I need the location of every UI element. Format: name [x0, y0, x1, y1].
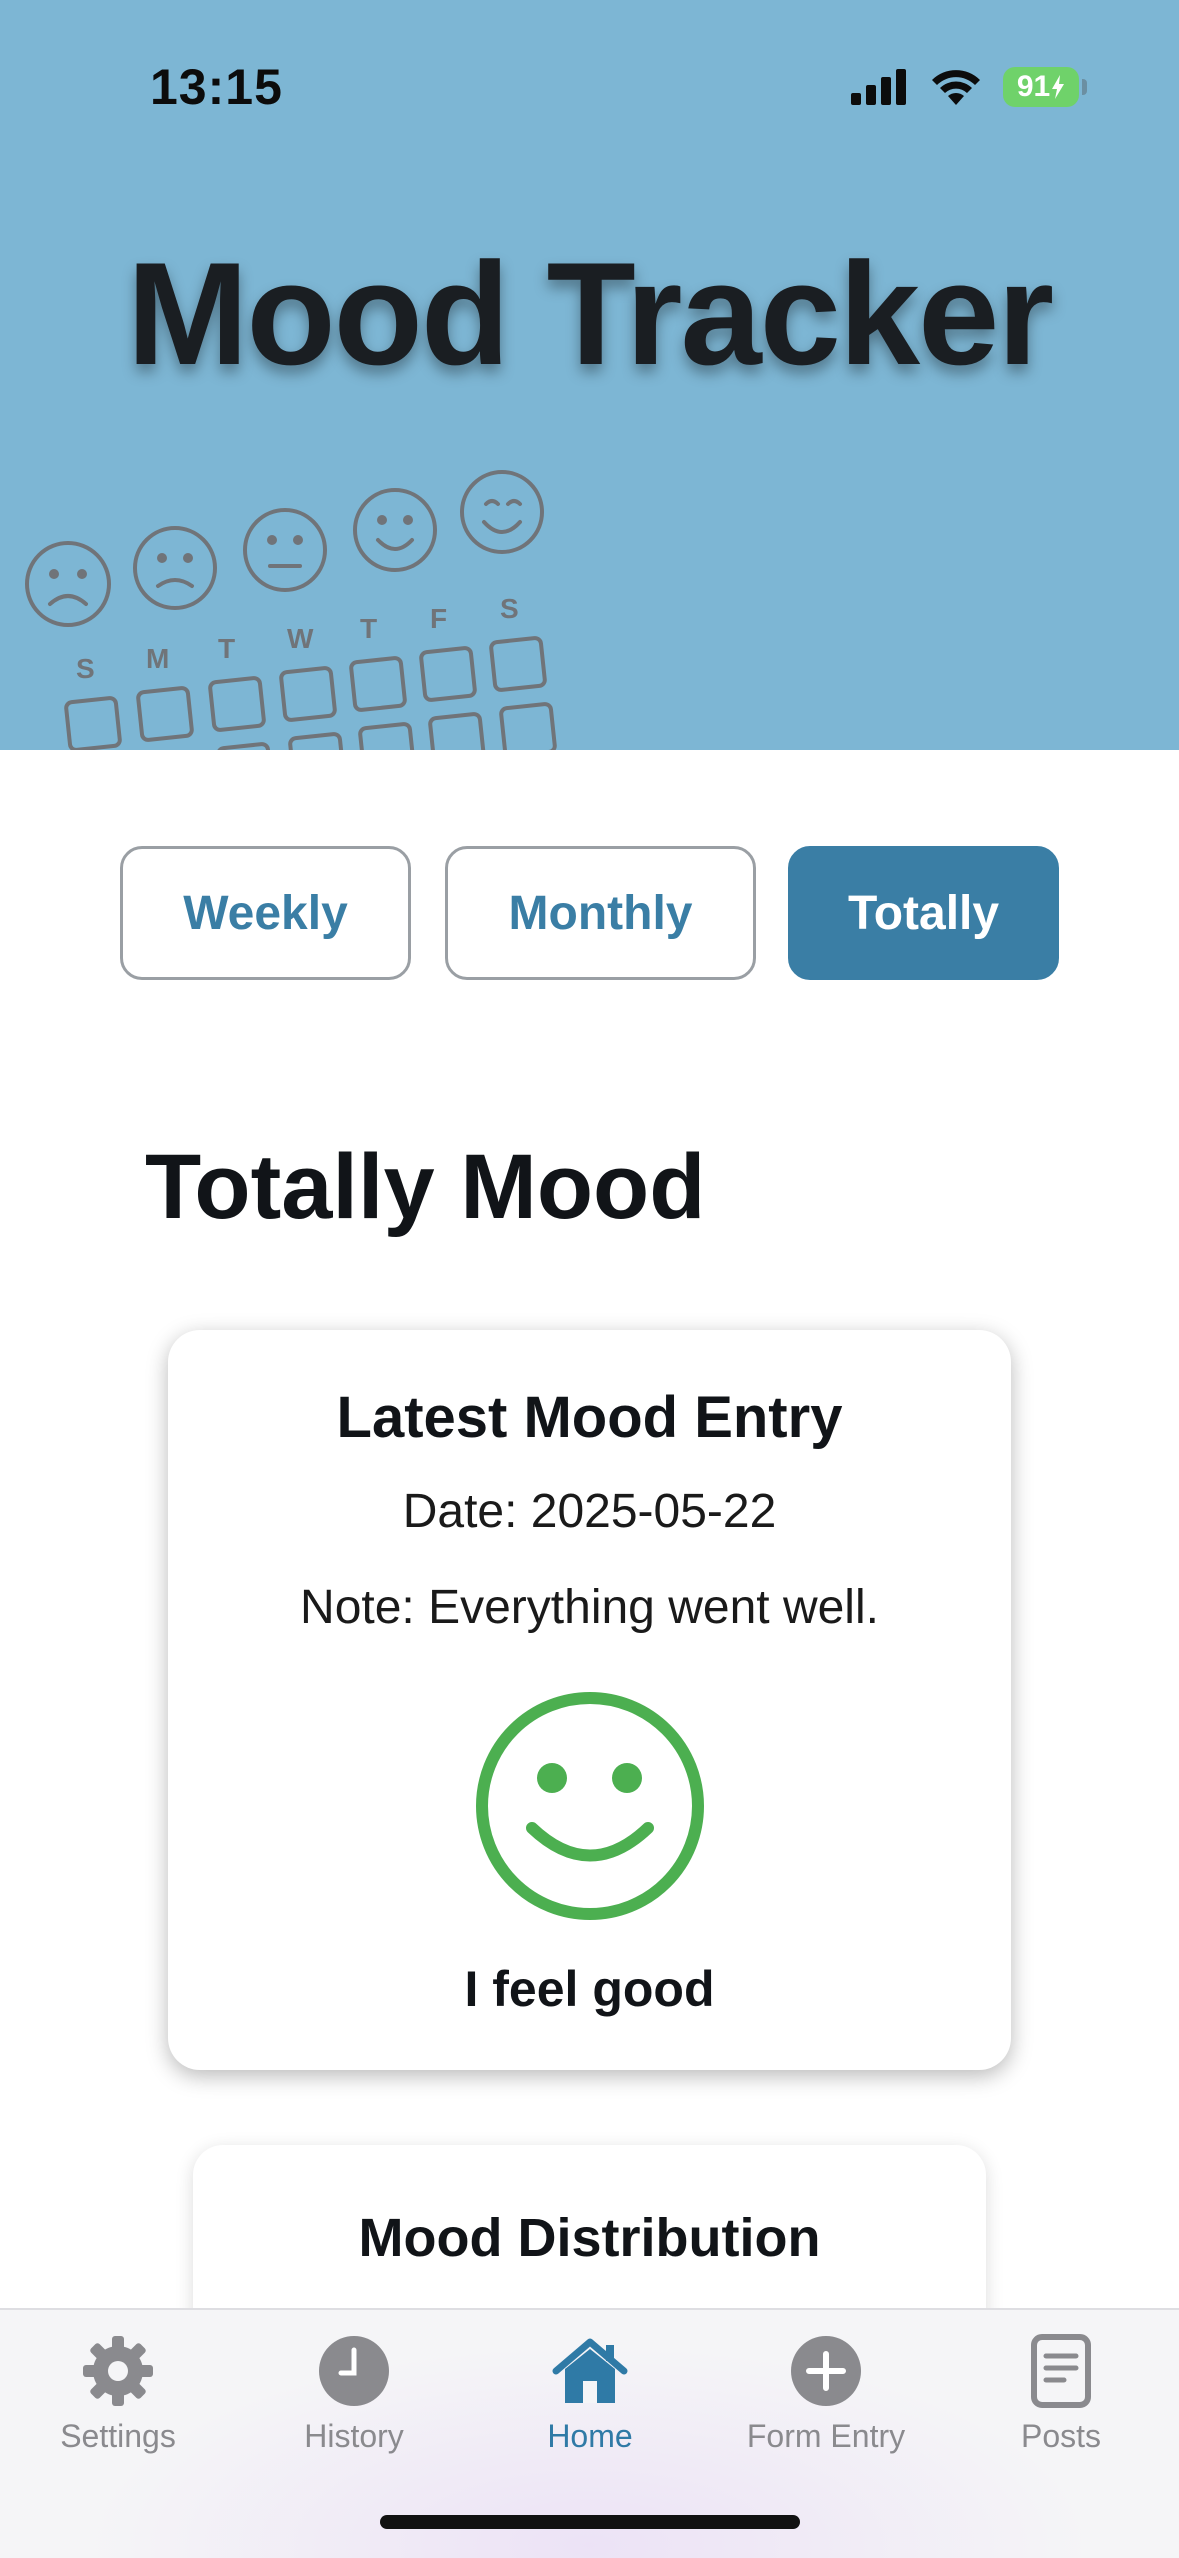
home-indicator: [380, 2515, 800, 2529]
distribution-title: Mood Distribution: [358, 2208, 821, 2268]
tab-weekly[interactable]: Weekly: [120, 846, 411, 980]
home-icon: [552, 2338, 628, 2403]
wifi-icon: [932, 70, 980, 105]
tab-totally[interactable]: Totally: [788, 846, 1059, 980]
tabbar-label: History: [304, 2418, 404, 2454]
tabbar-label: Home: [547, 2418, 633, 2454]
bottom-tab-bar: Settings History Home Form Entry Posts: [0, 2308, 1179, 2558]
entry-date: Date: 2025-05-22: [402, 1485, 777, 1538]
mood-label: I feel good: [464, 1961, 715, 2017]
header-banner: 13:15 91 Mood Tracker S M T W T F S: [0, 0, 1179, 750]
weekday-letter: W: [287, 623, 314, 654]
tabbar-item-posts[interactable]: Posts: [943, 2328, 1179, 2455]
status-time: 13:15: [150, 59, 283, 115]
entry-note: Note: Everything went well.: [300, 1581, 879, 1634]
status-bar: 13:15 91: [0, 0, 1179, 170]
tabbar-item-settings[interactable]: Settings: [0, 2328, 236, 2455]
tabbar-label: Settings: [60, 2418, 176, 2454]
document-icon: [1031, 2334, 1091, 2408]
signal-icon: [851, 69, 906, 105]
tabbar-label: Posts: [1020, 2418, 1102, 2454]
weekday-letter: S: [500, 593, 519, 624]
weekday-letter: S: [76, 653, 95, 684]
weekday-letter: M: [146, 643, 169, 674]
plus-circle-icon: [791, 2336, 861, 2406]
clock-icon: [319, 2336, 389, 2406]
tabbar-item-history[interactable]: History: [236, 2328, 472, 2455]
weekday-letter: T: [360, 613, 377, 644]
battery-level: 91: [1016, 70, 1051, 103]
tab-monthly[interactable]: Monthly: [445, 846, 756, 980]
status-icons: 91: [851, 62, 1087, 112]
section-title: Totally Mood: [145, 1136, 706, 1238]
tabbar-label: Form Entry: [746, 2418, 906, 2454]
app-title: Mood Tracker: [126, 232, 1054, 395]
gear-icon: [83, 2336, 153, 2406]
tabbar-item-home[interactable]: Home: [472, 2328, 708, 2455]
battery-charging-icon: 91: [1003, 67, 1087, 107]
tabbar-item-form-entry[interactable]: Form Entry: [708, 2328, 944, 2455]
weekday-letter: F: [430, 603, 447, 634]
mood-calendar-illustration: S M T W T F S: [25, 470, 557, 750]
latest-mood-card: Latest Mood Entry Date: 2025-05-22 Note:…: [168, 1330, 1011, 2070]
card-title: Latest Mood Entry: [336, 1385, 843, 1450]
smiley-face-icon: [476, 1692, 704, 1920]
weekday-letter: T: [218, 633, 235, 664]
